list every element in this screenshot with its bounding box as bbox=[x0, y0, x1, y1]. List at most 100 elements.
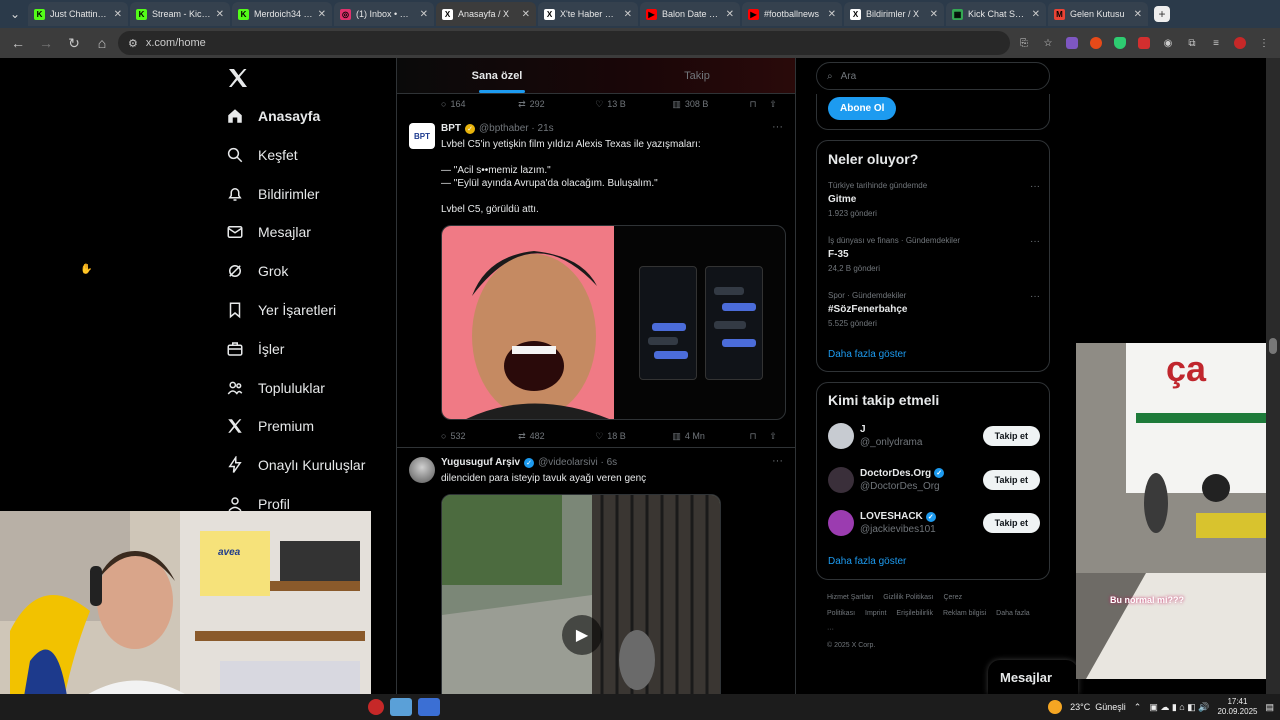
sidebar-item-bookmark[interactable]: Yer İşaretleri bbox=[226, 296, 336, 324]
tab-close-icon[interactable]: ✕ bbox=[216, 9, 224, 20]
browser-tab[interactable]: ◎ (1) Inbox • Chats ✕ bbox=[334, 2, 434, 26]
browser-tab[interactable]: ▦ Kick Chat Sear ✕ bbox=[946, 2, 1046, 26]
follow-more-link[interactable]: Daha fazla göster bbox=[828, 556, 906, 567]
profile-avatar[interactable] bbox=[1230, 33, 1250, 53]
reply-button[interactable]: ○ 164 bbox=[441, 99, 518, 109]
author-name[interactable]: BPT bbox=[441, 123, 461, 134]
extensions-puzzle-icon[interactable]: ⧉ bbox=[1182, 33, 1202, 53]
sidebar-item-search[interactable]: Keşfet bbox=[226, 141, 298, 169]
adblock-icon[interactable] bbox=[1134, 33, 1154, 53]
avatar[interactable] bbox=[828, 423, 854, 449]
more-icon[interactable]: ··· bbox=[772, 455, 783, 467]
browser-menu-icon[interactable]: ⋮ bbox=[1254, 33, 1274, 53]
follow-button[interactable]: Takip et bbox=[982, 426, 1040, 446]
like-button[interactable]: ♡ 18 B bbox=[595, 431, 672, 442]
tab-sana-ozel[interactable]: Sana özel bbox=[397, 58, 597, 93]
tray-chevron-icon[interactable]: ⌃ bbox=[1134, 702, 1142, 713]
sidebar-item-people[interactable]: Topluluklar bbox=[226, 374, 325, 402]
browser-tab[interactable]: ▶ Balon Date Sho ✕ bbox=[640, 2, 740, 26]
tweet-video[interactable]: ▶ bbox=[441, 494, 721, 694]
url-bar[interactable]: ⚙ x.com/home bbox=[118, 31, 1010, 55]
follow-button[interactable]: Takip et bbox=[982, 513, 1040, 533]
notification-icon[interactable]: ▤ bbox=[1265, 702, 1274, 713]
footer-link[interactable]: Imprint bbox=[865, 610, 886, 617]
more-icon[interactable]: ··· bbox=[1030, 236, 1040, 247]
clock[interactable]: 17:41 20.09.2025 bbox=[1217, 697, 1257, 717]
bookmark-button[interactable]: ⊓ bbox=[749, 99, 769, 110]
tweet[interactable]: Yugusuguf Arşiv ✓ @videolarsivi · 6s ···… bbox=[397, 449, 795, 694]
play-button[interactable]: ▶ bbox=[562, 615, 602, 655]
sidebar-item-grok[interactable]: Grok bbox=[226, 257, 288, 285]
footer-link[interactable]: Hizmet Şartları bbox=[827, 594, 873, 601]
follow-suggestion[interactable]: J @_onlydrama Takip et bbox=[828, 421, 1040, 451]
tweet-image[interactable] bbox=[441, 225, 786, 420]
avatar[interactable] bbox=[828, 510, 854, 536]
media-control-icon[interactable]: ≡ bbox=[1206, 33, 1226, 53]
follow-suggestion[interactable]: LOVESHACK ✓ @jackievibes101 Takip et bbox=[828, 508, 1040, 538]
bookmark-button[interactable]: ⊓ bbox=[749, 431, 769, 442]
taskbar-app-3-icon[interactable] bbox=[418, 698, 440, 716]
footer-link[interactable]: Gizlilik Politikası bbox=[883, 594, 933, 601]
browser-tab[interactable]: M Gelen Kutusu ✕ bbox=[1048, 2, 1148, 26]
footer-link[interactable]: Erişilebilirlik bbox=[896, 610, 933, 617]
views-button[interactable]: ▥ 308 B bbox=[672, 99, 749, 110]
back-button[interactable]: ← bbox=[6, 31, 30, 55]
browser-tab[interactable]: K Stream - Kick Dash ✕ bbox=[130, 2, 230, 26]
weather-text[interactable]: 23°C Güneşli bbox=[1070, 702, 1126, 712]
browser-tab[interactable]: X Bildirimler / X ✕ bbox=[844, 2, 944, 26]
more-icon[interactable]: ··· bbox=[1030, 291, 1040, 302]
browser-tab[interactable]: ▶ #footballnews ✕ bbox=[742, 2, 842, 26]
reload-button[interactable]: ↻ bbox=[62, 31, 86, 55]
install-app-icon[interactable]: ⎘ bbox=[1014, 33, 1034, 53]
like-button[interactable]: ♡ 13 B bbox=[595, 99, 672, 110]
tab-close-icon[interactable]: ✕ bbox=[624, 9, 632, 20]
avatar[interactable] bbox=[828, 466, 854, 493]
views-button[interactable]: ▥ 4 Mn bbox=[672, 431, 749, 442]
new-tab-button[interactable]: + bbox=[1154, 6, 1170, 22]
bookmark-star-icon[interactable]: ☆ bbox=[1038, 33, 1058, 53]
tab-close-icon[interactable]: ✕ bbox=[930, 9, 938, 20]
tab-close-icon[interactable]: ✕ bbox=[828, 9, 836, 20]
author-name[interactable]: Yugusuguf Arşiv bbox=[441, 457, 520, 468]
share-button[interactable]: ⇧ bbox=[769, 431, 789, 442]
forward-button[interactable]: → bbox=[34, 31, 58, 55]
tab-close-icon[interactable]: ✕ bbox=[1032, 9, 1040, 20]
share-button[interactable]: ⇧ bbox=[769, 99, 789, 110]
tab-close-icon[interactable]: ✕ bbox=[318, 9, 326, 20]
tab-close-icon[interactable]: ✕ bbox=[726, 9, 734, 20]
reply-button[interactable]: ○ 532 bbox=[441, 431, 518, 441]
home-button[interactable]: ⌂ bbox=[90, 31, 114, 55]
extension-shield-icon[interactable] bbox=[1110, 33, 1130, 53]
taskbar-app-recorder-icon[interactable] bbox=[368, 699, 384, 715]
site-info-icon[interactable]: ⚙ bbox=[128, 37, 138, 50]
tab-search-button[interactable]: ⌄ bbox=[4, 3, 26, 25]
tab-takip[interactable]: Takip bbox=[597, 58, 795, 93]
weather-icon[interactable] bbox=[1048, 700, 1063, 714]
tab-close-icon[interactable]: ✕ bbox=[114, 9, 122, 20]
scrollbar-thumb[interactable] bbox=[1269, 338, 1277, 354]
x-logo-icon[interactable] bbox=[226, 66, 250, 90]
browser-tab[interactable]: K Just Chatting - Kick ✕ bbox=[28, 2, 128, 26]
more-icon[interactable]: ··· bbox=[772, 121, 783, 133]
tweet[interactable]: BPT BPT ✓ @bpthaber · 21s ··· Lvbel C5'i… bbox=[397, 115, 795, 448]
trend-item[interactable]: Türkiye tarihinde gündemde Gitme 1.923 gön… bbox=[828, 181, 1040, 218]
footer-link[interactable]: Reklam bilgisi bbox=[943, 610, 986, 617]
avatar[interactable]: BPT bbox=[409, 123, 435, 149]
tab-close-icon[interactable]: ✕ bbox=[420, 9, 428, 20]
extension-2-icon[interactable] bbox=[1086, 33, 1106, 53]
repost-button[interactable]: ⇄ 292 bbox=[518, 99, 595, 110]
browser-tab[interactable]: X X'te Haber Rep ✕ bbox=[538, 2, 638, 26]
sidebar-item-mail[interactable]: Mesajlar bbox=[226, 218, 311, 246]
browser-tab[interactable]: X Anasayfa / X ✕ bbox=[436, 2, 536, 26]
extension-3-icon[interactable]: ◉ bbox=[1158, 33, 1178, 53]
search-input[interactable]: ⌕ Ara bbox=[816, 62, 1050, 90]
trends-more-link[interactable]: Daha fazla göster bbox=[828, 349, 906, 360]
follow-button[interactable]: Takip et bbox=[982, 469, 1040, 490]
sidebar-item-x-logo[interactable]: Premium bbox=[226, 412, 314, 440]
extension-1-icon[interactable] bbox=[1062, 33, 1082, 53]
page-scrollbar[interactable] bbox=[1266, 58, 1280, 694]
sidebar-item-bell[interactable]: Bildirimler bbox=[226, 180, 319, 208]
avatar[interactable] bbox=[409, 457, 435, 483]
taskbar-app-file-icon[interactable] bbox=[390, 698, 412, 716]
more-icon[interactable]: ··· bbox=[1030, 181, 1040, 192]
